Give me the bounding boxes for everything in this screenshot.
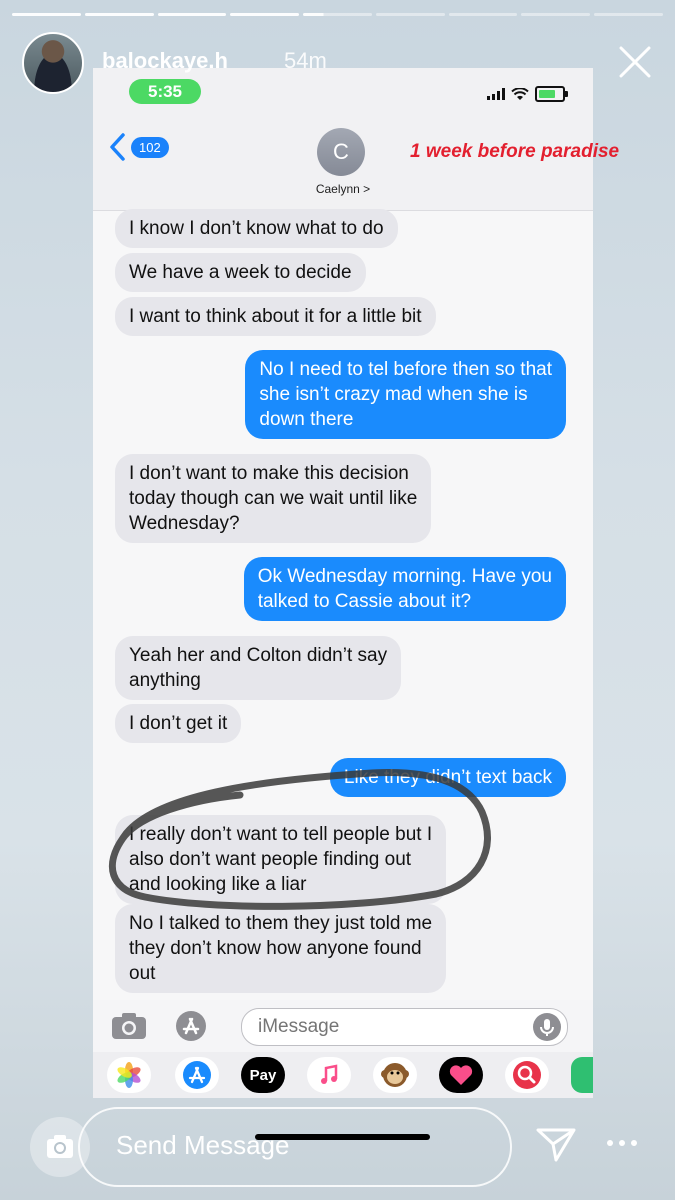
received-message-bubble[interactable]: I want to think about it for a little bi… <box>115 297 436 336</box>
home-indicator <box>255 1134 430 1140</box>
imessage-app-drawer: Pay <box>93 1052 593 1098</box>
camera-icon <box>47 1135 73 1158</box>
more-options-icon[interactable] <box>606 1136 638 1150</box>
received-message-bubble[interactable]: I don’t want to make this decision today… <box>115 454 432 543</box>
received-message-bubble[interactable]: Yeah her and Colton didn’t say anything <box>115 636 402 700</box>
received-message-bubble[interactable]: I know I don’t know what to do <box>115 209 398 248</box>
progress-segment <box>157 13 227 16</box>
chevron-left-icon <box>110 133 125 161</box>
annotation-text: 1 week before paradise <box>410 141 620 162</box>
direct-send-icon[interactable] <box>534 1124 578 1164</box>
apple-pay-icon[interactable]: Pay <box>241 1057 285 1093</box>
music-icon[interactable] <box>307 1057 351 1093</box>
microphone-icon[interactable] <box>533 1013 561 1041</box>
app-store-app-icon[interactable] <box>175 1057 219 1093</box>
progress-segment-current <box>303 13 372 16</box>
sent-message-bubble[interactable]: Like they didn’t text back <box>329 758 566 797</box>
imessage-input[interactable] <box>256 1015 520 1039</box>
imessage-field[interactable] <box>241 1008 568 1046</box>
username[interactable]: balockaye.h <box>102 48 228 74</box>
sent-message-bubble[interactable]: Ok Wednesday morning. Have you talked to… <box>243 557 566 621</box>
app-store-icon[interactable] <box>175 1010 207 1042</box>
message-composer <box>93 1000 593 1052</box>
story-progress <box>12 13 664 16</box>
progress-segment <box>12 13 81 16</box>
progress-segment <box>521 13 591 16</box>
received-message-bubble[interactable]: I don’t get it <box>115 704 242 743</box>
apple-pay-label: Pay <box>249 1066 277 1084</box>
heart-icon[interactable] <box>439 1057 483 1093</box>
progress-segment <box>375 13 445 16</box>
story-camera-button[interactable] <box>30 1117 90 1177</box>
photos-icon[interactable] <box>107 1057 151 1093</box>
monkey-icon[interactable] <box>373 1057 417 1093</box>
avatar[interactable] <box>22 32 84 94</box>
received-message-bubble[interactable]: I really don’t want to tell people but I… <box>115 815 447 904</box>
camera-icon[interactable] <box>111 1012 147 1040</box>
partial-app-icon[interactable] <box>571 1057 593 1093</box>
contact-avatar[interactable]: C <box>317 128 365 176</box>
conversation-header: 102 C Caelynn > <box>93 118 593 211</box>
progress-segment <box>230 13 300 16</box>
received-message-bubble[interactable]: No I talked to them they just told me th… <box>115 904 447 993</box>
sent-message-bubble[interactable]: No I need to tel before then so that she… <box>245 350 566 439</box>
progress-segment <box>448 13 518 16</box>
back-button[interactable]: 102 <box>107 132 169 162</box>
search-icon[interactable] <box>505 1057 549 1093</box>
progress-segment <box>84 13 154 16</box>
contact-name[interactable]: Caelynn > <box>293 182 393 196</box>
progress-segment <box>594 13 664 16</box>
unread-count-badge: 102 <box>131 136 169 158</box>
story-header: balockaye.h 54m <box>22 32 655 94</box>
received-message-bubble[interactable]: We have a week to decide <box>115 253 366 292</box>
close-icon[interactable] <box>615 42 655 82</box>
post-time: 54m <box>284 48 327 73</box>
